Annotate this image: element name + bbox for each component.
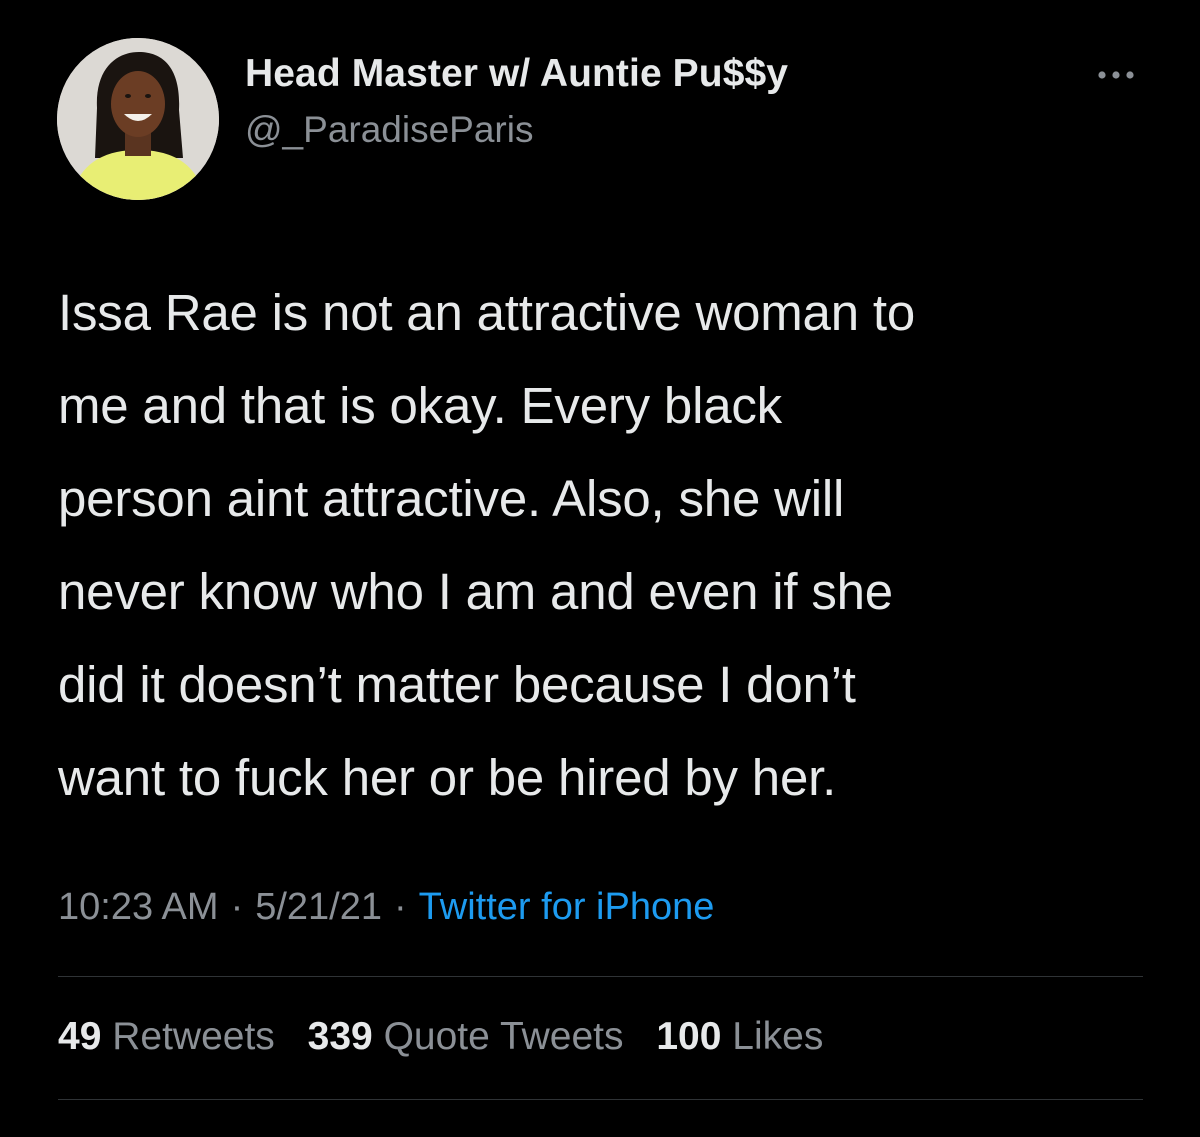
retweets-count: 49 [58,1015,102,1058]
quote-tweets-count: 339 [307,1015,373,1058]
tweet-date[interactable]: 5/21/21 [255,886,382,928]
meta-separator: · [230,886,244,928]
likes-stat[interactable]: 100 Likes [656,1015,823,1058]
tweet-card: Head Master w/ Auntie Pu$$y @_ParadisePa… [0,0,1200,1137]
user-handle[interactable]: @_ParadiseParis [245,109,533,151]
meta-separator: · [394,886,407,928]
likes-count: 100 [656,1015,722,1058]
tweet-meta: 10:23 AM · 5/21/21 · Twitter for iPhone [58,886,714,929]
display-name[interactable]: Head Master w/ Auntie Pu$$y [245,52,788,96]
quote-tweets-label: Quote Tweets [383,1015,624,1058]
tweet-source-link[interactable]: Twitter for iPhone [419,886,715,928]
divider [58,976,1143,977]
retweets-label: Retweets [112,1015,275,1058]
quote-tweets-stat[interactable]: 339 Quote Tweets [308,1015,624,1058]
profile-photo-icon [57,38,219,200]
tweet-time: 10:23 AM [58,886,219,928]
retweets-stat[interactable]: 49 Retweets [58,1015,275,1058]
avatar[interactable] [57,38,219,200]
likes-label: Likes [732,1015,824,1058]
tweet-text: Issa Rae is not an attractive woman to m… [58,284,915,806]
more-horizontal-icon[interactable] [1090,58,1142,92]
tweet-stats: 49 Retweets 339 Quote Tweets 100 Likes [58,1015,845,1059]
divider [58,1099,1143,1100]
